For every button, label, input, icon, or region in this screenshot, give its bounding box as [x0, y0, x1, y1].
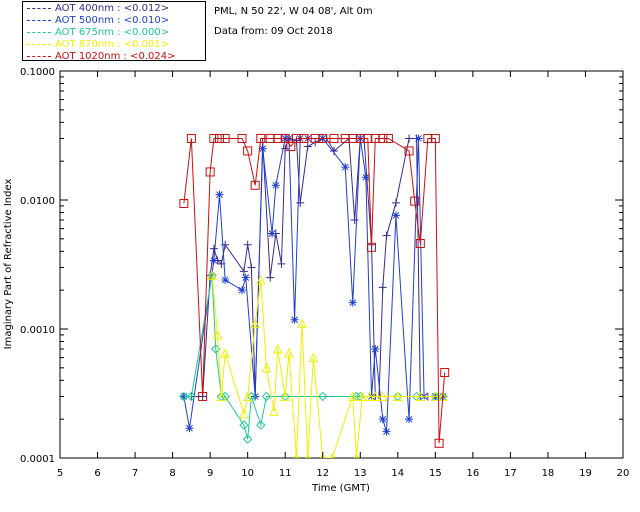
plot-frame	[59, 70, 624, 459]
data-point-1-13	[290, 315, 299, 324]
data-point-0-35	[405, 134, 414, 143]
data-point-0-4	[209, 244, 218, 253]
x-tick-label-8: 8	[169, 468, 175, 479]
chart-canvas: 5 6 7 8 9 10 11 12 13 14 15 16 17 18 19 20 0.0001 0.0010 0…	[3, 67, 629, 494]
x-tick-label-18: 18	[542, 468, 555, 479]
data-point-0-32	[378, 283, 387, 292]
y-tick-label-1: 0.0010	[20, 325, 55, 336]
x-tick-label-5: 5	[57, 468, 63, 479]
x-tick-label-6: 6	[94, 468, 100, 479]
y-axis-title: Imaginary Part of Refractive Index	[3, 179, 14, 350]
x-tick-label-16: 16	[466, 468, 479, 479]
data-point-1-9	[268, 229, 277, 238]
data-point-0-9	[243, 240, 252, 249]
data-point-0-13	[266, 273, 275, 282]
chart-axes: 5 6 7 8 9 10 11 12 13 14 15 16 17 18 19 20 0.0001 0.0010 0…	[20, 67, 629, 479]
y-tick-label-0: 0.0001	[20, 454, 55, 465]
x-axis-title: Time (GMT)	[311, 483, 370, 494]
data-point-1-3	[215, 190, 224, 199]
series-line-1	[183, 137, 443, 432]
chart-marks	[179, 133, 450, 458]
data-point-1-17	[341, 163, 350, 172]
data-point-0-20	[303, 142, 312, 151]
x-tick-label-20: 20	[617, 468, 630, 479]
series-line-3	[211, 275, 443, 458]
data-point-0-33	[382, 231, 391, 240]
x-tick-label-10: 10	[241, 468, 254, 479]
data-point-1-27	[414, 134, 423, 143]
data-point-1-18	[348, 298, 357, 307]
data-point-1-1	[185, 424, 194, 433]
data-point-1-10	[271, 181, 280, 190]
data-point-1-22	[371, 344, 380, 353]
x-tick-label-13: 13	[354, 468, 367, 479]
data-point-0-26	[350, 215, 359, 224]
data-point-0-8	[239, 267, 248, 276]
data-point-0-10	[247, 263, 256, 272]
data-point-1-25	[391, 211, 400, 220]
series-line-4	[183, 137, 446, 444]
x-tick-label-9: 9	[207, 468, 213, 479]
data-point-1-26	[405, 415, 414, 424]
data-point-1-5	[238, 286, 247, 295]
x-tick-label-17: 17	[504, 468, 517, 479]
data-point-0-15	[277, 259, 286, 268]
x-tick-label-19: 19	[579, 468, 592, 479]
x-tick-label-15: 15	[429, 468, 442, 479]
y-tick-label-2: 0.0100	[20, 196, 55, 207]
x-tick-label-7: 7	[132, 468, 138, 479]
data-point-0-34	[391, 198, 400, 207]
data-point-1-4	[221, 275, 230, 284]
data-point-1-6	[241, 273, 250, 282]
x-tick-label-12: 12	[316, 468, 329, 479]
data-point-0-19	[296, 198, 305, 207]
data-point-1-24	[382, 427, 391, 436]
data-point-1-23	[378, 415, 387, 424]
x-tick-label-11: 11	[279, 468, 292, 479]
x-tick-label-14: 14	[391, 468, 404, 479]
data-point-1-2	[209, 256, 218, 265]
series-1	[179, 134, 447, 436]
y-tick-label-3: 0.1000	[20, 67, 55, 78]
